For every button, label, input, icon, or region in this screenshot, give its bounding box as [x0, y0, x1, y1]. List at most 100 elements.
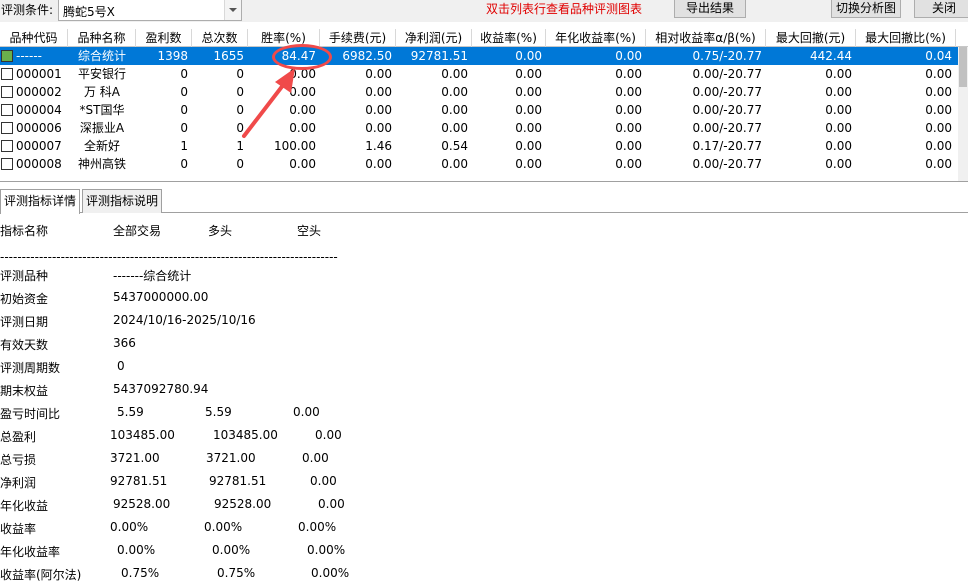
detail-header-short: 空头	[297, 224, 322, 238]
table-row[interactable]: 000008 神州高铁 0 0 0.00 0.00 0.00 0.00 0.00 0.00/-20…	[0, 155, 958, 173]
cell-annual-return: 0.00	[615, 85, 642, 99]
cell-win-count: 0	[180, 67, 188, 81]
cell-return-rate: 0.00	[515, 157, 542, 171]
detail-value-all: 0	[117, 359, 125, 373]
detail-metric-name: 评测日期	[0, 315, 49, 329]
detail-metric-name: 收益率(阿尔法)	[0, 568, 82, 581]
detail-value-short: 0.00%	[298, 520, 337, 534]
table-row[interactable]: 000007 全新好 1 1 100.00 1.46 0.54 0.00 0.00 0.17/-2…	[0, 137, 958, 155]
cell-relative-return: 0.00/-20.77	[692, 157, 762, 171]
column-header-total-count[interactable]: 总次数	[192, 29, 248, 47]
cell-relative-return: 0.00/-20.77	[692, 103, 762, 117]
cell-max-drawdown: 0.00	[825, 103, 852, 117]
column-header-code[interactable]: 品种代码	[0, 29, 68, 47]
cell-annual-return: 0.00	[615, 67, 642, 81]
cell-net-profit: 0.54	[441, 139, 468, 153]
cell-relative-return: 0.17/-20.77	[692, 139, 762, 153]
detail-tabs: 评测指标详情 评测指标说明	[0, 189, 968, 214]
detail-value-all: 0.00%	[117, 543, 156, 557]
condition-select[interactable]: 腾蛇5号X	[58, 0, 242, 21]
cell-return-rate: 0.00	[515, 67, 542, 81]
detail-value-long: 3721.00	[206, 451, 256, 465]
column-header-fee[interactable]: 手续费(元)	[320, 29, 396, 47]
cell-max-drawdown-ratio: 0.00	[925, 121, 952, 135]
detail-value-long: 0.75%	[217, 566, 256, 580]
close-button[interactable]: 关闭	[914, 0, 968, 18]
detail-value-short: 0.00	[318, 497, 345, 511]
table-row[interactable]: ------ 综合统计 1398 1655 84.47 6982.50 92781.51 0.…	[0, 47, 958, 65]
column-header-max-drawdown-ratio[interactable]: 最大回撤比(%)	[856, 29, 956, 47]
detail-value-all: 5437092780.94	[113, 382, 209, 396]
detail-divider: ----------------------------------------…	[0, 250, 338, 264]
detail-value-long: 0.00%	[204, 520, 243, 534]
cell-fee: 0.00	[365, 157, 392, 171]
detail-value-short: 0.00%	[311, 566, 350, 580]
column-header-annual-return[interactable]: 年化收益率(%)	[546, 29, 646, 47]
column-header-name[interactable]: 品种名称	[68, 29, 136, 47]
column-header-win-count[interactable]: 盈利数	[136, 29, 192, 47]
hint-text: 双击列表行查看品种评测图表	[486, 2, 643, 16]
detail-value-all: 92528.00	[113, 497, 171, 511]
cell-win-count: 0	[180, 85, 188, 99]
detail-metric-name: 盈亏时间比	[0, 407, 61, 421]
cell-code: 000006	[16, 121, 62, 135]
cell-relative-return: 0.00/-20.77	[692, 121, 762, 135]
column-header-return-rate[interactable]: 收益率(%)	[472, 29, 546, 47]
cell-total-count: 0	[236, 85, 244, 99]
scrollbar-thumb[interactable]	[959, 47, 967, 87]
cell-win-rate: 100.00	[274, 139, 316, 153]
column-header-net-profit[interactable]: 净利润(元)	[396, 29, 472, 47]
cell-relative-return: 0.75/-20.77	[692, 49, 762, 63]
table-row[interactable]: 000004 *ST国华 0 0 0.00 0.00 0.00 0.00 0.00 0.00/-2…	[0, 101, 958, 119]
cell-fee: 0.00	[365, 67, 392, 81]
table-header: 品种代码 品种名称 盈利数 总次数 胜率(%) 手续费(元) 净利润(元) 收益率(%) 年化收…	[0, 29, 968, 47]
cell-max-drawdown: 0.00	[825, 139, 852, 153]
detail-value-all: 92781.51	[110, 474, 168, 488]
cell-total-count: 1655	[213, 49, 244, 63]
detail-value-all: 0.00%	[110, 520, 149, 534]
detail-metric-name: 收益率	[0, 522, 37, 536]
vertical-scrollbar[interactable]	[958, 47, 968, 181]
cell-win-count: 1398	[157, 49, 188, 63]
detail-header-long: 多头	[208, 224, 233, 238]
column-header-relative-return[interactable]: 相对收益率α/β(%)	[646, 29, 766, 47]
results-table: 品种代码 品种名称 盈利数 总次数 胜率(%) 手续费(元) 净利润(元) 收益率(%) 年化收…	[0, 29, 968, 182]
cell-win-rate: 0.00	[289, 121, 316, 135]
cell-win-count: 0	[180, 121, 188, 135]
cell-net-profit: 0.00	[441, 67, 468, 81]
cell-code: 000002	[16, 85, 62, 99]
switch-chart-button[interactable]: 切换分析图	[831, 0, 901, 18]
cell-fee: 1.46	[365, 139, 392, 153]
cell-return-rate: 0.00	[515, 85, 542, 99]
table-row[interactable]: 000006 深振业A 0 0 0.00 0.00 0.00 0.00 0.00 0.00/-20…	[0, 119, 958, 137]
row-doc-icon	[1, 140, 13, 152]
detail-panel: 指标名称 全部交易 多头 空头 ------------------------…	[0, 214, 968, 581]
cell-max-drawdown-ratio: 0.00	[925, 103, 952, 117]
row-doc-icon	[1, 104, 13, 116]
cell-max-drawdown: 442.44	[810, 49, 852, 63]
table-row[interactable]: 000001 平安银行 0 0 0.00 0.00 0.00 0.00 0.00 0.00/-20…	[0, 65, 958, 83]
detail-value-short: 0.00	[293, 405, 320, 419]
detail-value-long: 5.59	[205, 405, 232, 419]
detail-value-all: 2024/10/16-2025/10/16	[113, 313, 256, 327]
cell-return-rate: 0.00	[515, 103, 542, 117]
export-button[interactable]: 导出结果	[674, 0, 746, 18]
highlight-circle	[272, 44, 332, 70]
chevron-down-icon[interactable]	[224, 0, 241, 20]
cell-code: 000001	[16, 67, 62, 81]
detail-metric-name: 评测周期数	[0, 361, 61, 375]
cell-win-count: 0	[180, 103, 188, 117]
cell-win-rate: 0.00	[289, 85, 316, 99]
cell-max-drawdown-ratio: 0.00	[925, 67, 952, 81]
cell-total-count: 1	[236, 139, 244, 153]
cell-annual-return: 0.00	[615, 103, 642, 117]
cell-net-profit: 0.00	[441, 121, 468, 135]
cell-name: 综合统计	[77, 49, 126, 63]
cell-name: 神州高铁	[77, 157, 126, 171]
detail-header-name: 指标名称	[0, 224, 49, 238]
table-row[interactable]: 000002 万 科A 0 0 0.00 0.00 0.00 0.00 0.00 0.00/-20…	[0, 83, 958, 101]
tab-metric-explanation[interactable]: 评测指标说明	[82, 189, 163, 213]
column-header-max-drawdown[interactable]: 最大回撤(元)	[766, 29, 856, 47]
cell-code: 000008	[16, 157, 62, 171]
tab-metric-details[interactable]: 评测指标详情	[0, 189, 81, 214]
